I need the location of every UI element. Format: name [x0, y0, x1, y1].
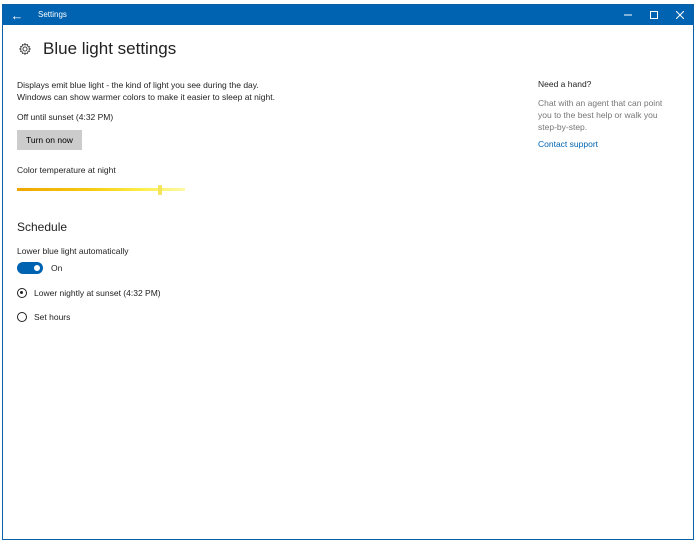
slider-thumb[interactable] [157, 185, 162, 195]
help-title: Need a hand? [538, 79, 592, 89]
radio-button[interactable] [17, 288, 27, 298]
toggle-knob [34, 265, 40, 271]
radio-sunset[interactable]: Lower nightly at sunset (4:32 PM) [17, 288, 297, 298]
maximize-icon [650, 11, 658, 19]
color-temperature-label: Color temperature at night [17, 165, 116, 175]
auto-schedule-toggle[interactable] [17, 262, 43, 274]
close-icon [676, 11, 684, 19]
toggle-state-label: On [51, 263, 63, 273]
minimize-button[interactable] [615, 5, 641, 25]
page-header: Blue light settings [17, 39, 176, 59]
auto-schedule-toggle-row: On [17, 262, 297, 274]
main-content: Displays emit blue light - the kind of l… [17, 79, 297, 322]
minimize-icon [624, 14, 632, 16]
maximize-button[interactable] [641, 5, 667, 25]
help-panel: Need a hand? Chat with an agent that can… [538, 79, 678, 149]
title-bar: ← Settings [3, 5, 693, 25]
contact-support-link[interactable]: Contact support [538, 139, 678, 149]
close-button[interactable] [667, 5, 693, 25]
schedule-heading: Schedule [17, 220, 68, 234]
turn-on-now-button[interactable]: Turn on now [17, 130, 82, 150]
window-title: Settings [38, 10, 67, 19]
status-text: Off until sunset (4:32 PM) [17, 112, 114, 122]
page-title: Blue light settings [43, 39, 177, 58]
description-text: Displays emit blue light - the kind of l… [17, 80, 275, 102]
radio-label: Set hours [34, 312, 71, 322]
settings-window: ← Settings Blue light settings Displays … [2, 4, 694, 540]
gear-icon [17, 41, 33, 57]
help-text: Chat with an agent that can point you to… [538, 98, 663, 132]
auto-schedule-label: Lower blue light automatically [17, 246, 129, 256]
back-button[interactable]: ← [3, 5, 31, 25]
color-temperature-slider[interactable] [17, 185, 185, 195]
window-controls [615, 5, 693, 25]
radio-label: Lower nightly at sunset (4:32 PM) [34, 288, 161, 298]
radio-button[interactable] [17, 312, 27, 322]
arrow-left-icon: ← [10, 7, 24, 23]
radio-set-hours[interactable]: Set hours [17, 312, 297, 322]
